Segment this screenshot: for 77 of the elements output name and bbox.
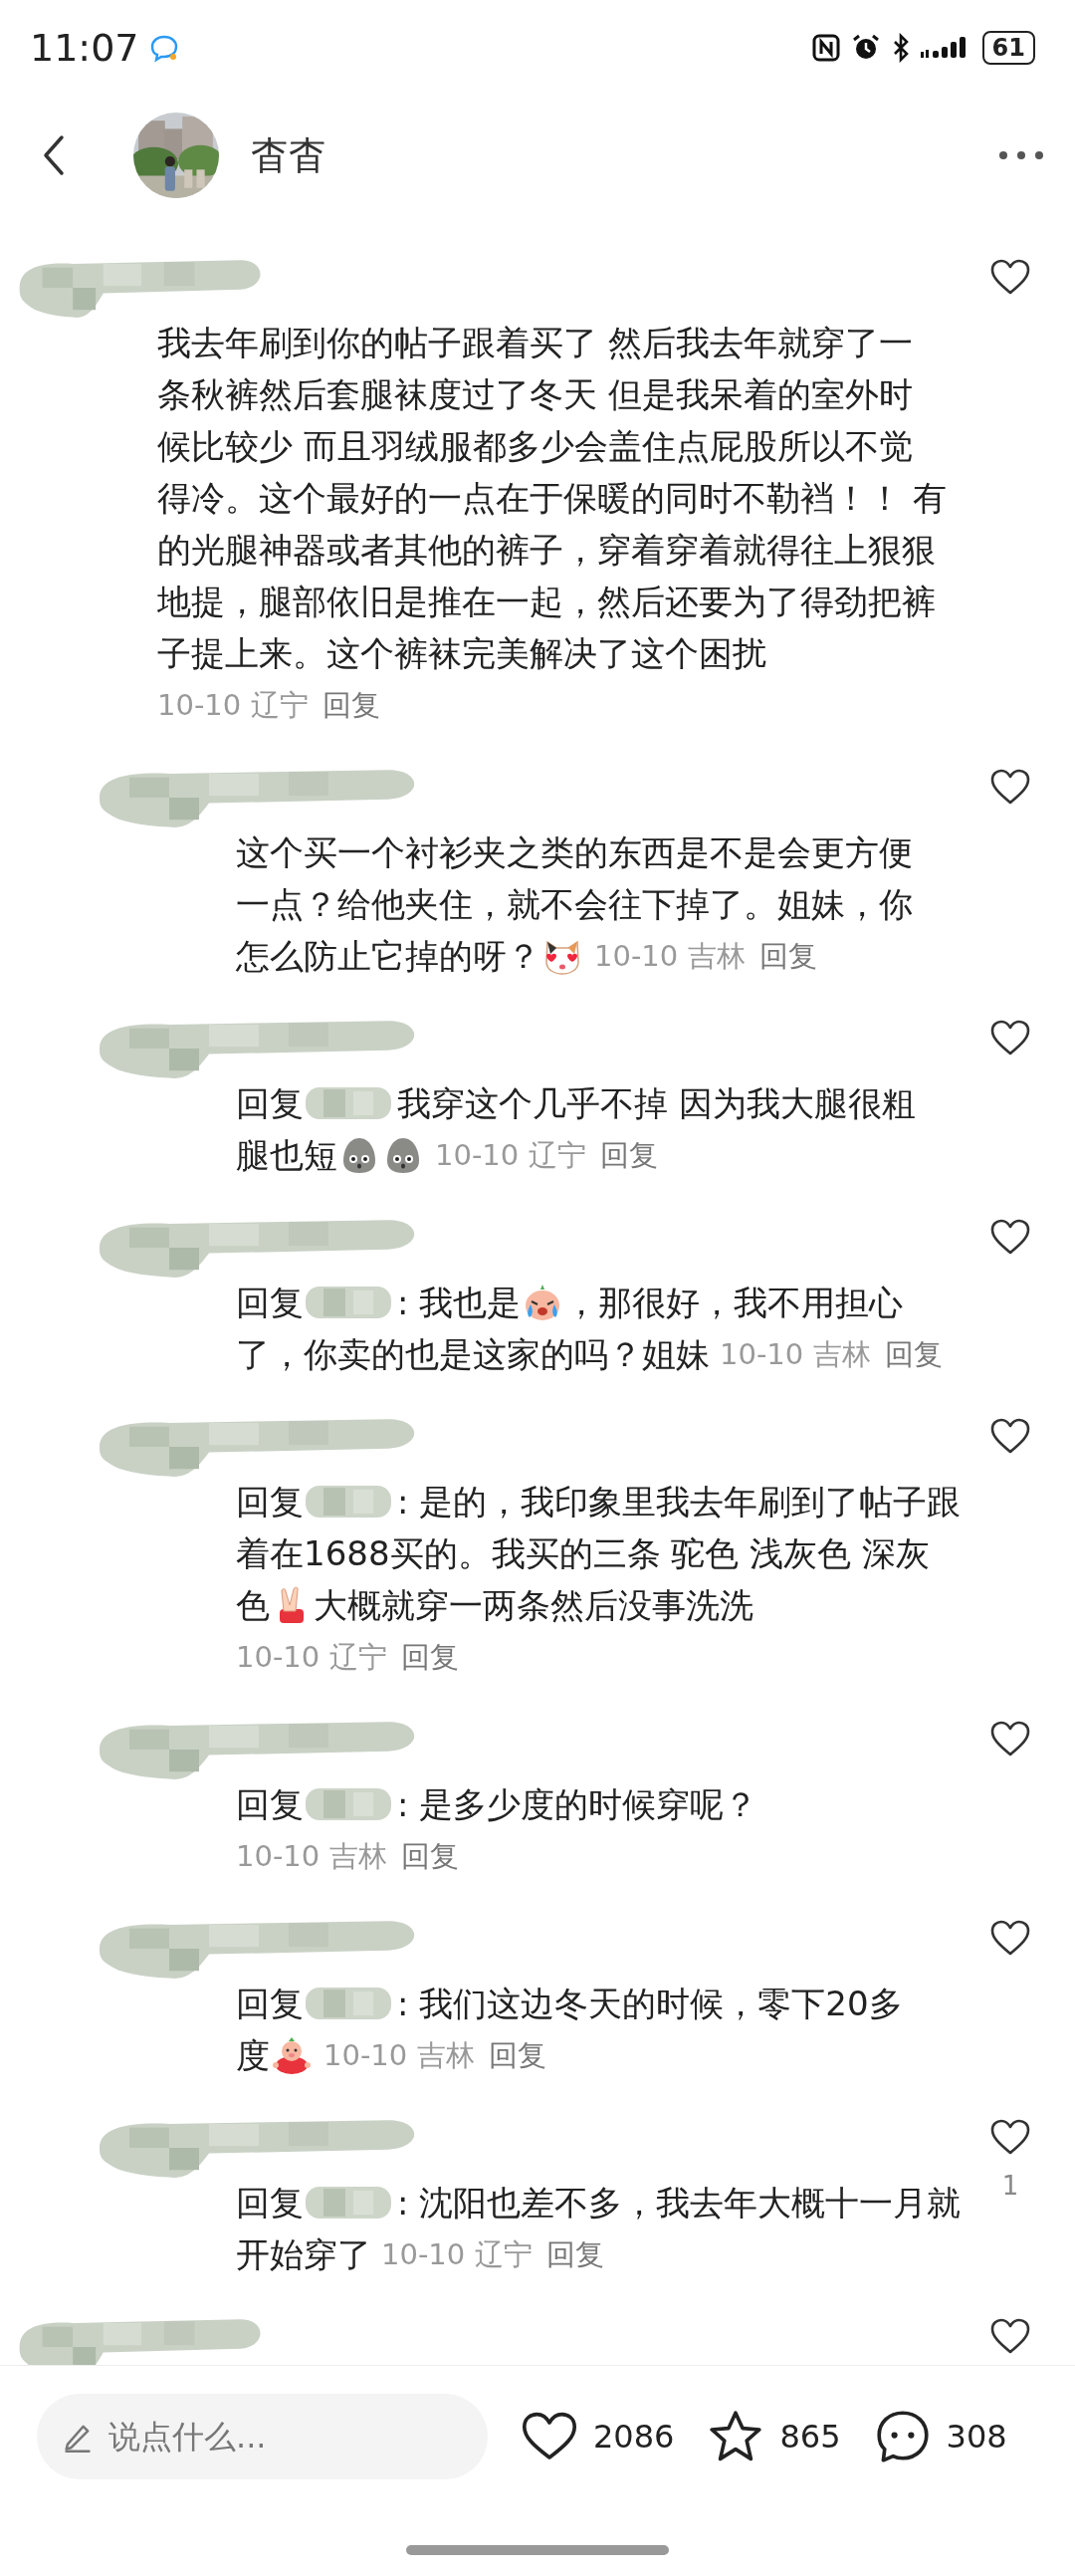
reply-label: 回复	[236, 2182, 304, 2225]
heart-icon[interactable]	[990, 769, 1030, 805]
comment-text: 开始穿了	[236, 2233, 371, 2276]
reply-label: 回复	[236, 1082, 304, 1125]
heart-icon[interactable]	[990, 2318, 1030, 2354]
comment-text: 的光腿神器或者其他的裤子，穿着穿着就得往上狠狠	[157, 529, 936, 572]
comment-date: 10-10	[157, 687, 242, 724]
comment-location: 辽宁	[329, 1639, 388, 1676]
comment-text: : 是多少度的时候穿呢？	[397, 1783, 758, 1826]
like-count: 1	[1001, 2171, 1019, 2201]
reply-label: 回复	[236, 1783, 304, 1826]
comment-location: 吉林	[688, 938, 747, 975]
reply-label: 回复	[236, 1481, 304, 1523]
reply-link[interactable]: 回复	[600, 1129, 659, 1181]
comment-text: : 是的，我印象里我去年刷到了帖子跟	[397, 1481, 962, 1523]
comment-text: 子提上来。这个裤袜完美解决了这个困扰	[157, 632, 766, 675]
comment-input-field[interactable]: 说点什么...	[37, 2394, 488, 2479]
comment-text: 条秋裤然后套腿袜度过了冬天 但是我呆着的室外时	[157, 373, 913, 416]
more-icon[interactable]	[997, 149, 1045, 161]
comment-text: 得冷。这个最好的一点在于保暖的同时不勒裆！！ 有	[157, 477, 947, 520]
comment-text: 我去年刷到你的帖子跟着买了 然后我去年就穿了一	[157, 322, 913, 364]
star-count: 865	[779, 2418, 841, 2456]
reply-link[interactable]: 回复	[401, 1830, 460, 1882]
comment-text: 腿也短	[236, 1134, 337, 1177]
comment-location: 吉林	[329, 1838, 388, 1875]
comment-text: 我穿这个几乎不掉 因为我大腿很粗	[397, 1082, 916, 1125]
reply-label: 回复	[236, 1983, 304, 2025]
comment-text: 色	[236, 1584, 270, 1627]
reply-link[interactable]: 回复	[489, 2029, 547, 2081]
comment-location: 吉林	[813, 1336, 872, 1373]
heart-icon[interactable]	[990, 1920, 1030, 1956]
reply-link[interactable]: 回复	[401, 1631, 460, 1683]
comment-location: 吉林	[417, 2037, 476, 2074]
heart-icon[interactable]	[990, 1721, 1030, 1756]
comment-date: 10-10	[381, 2236, 466, 2273]
comment-text: 度	[236, 2034, 270, 2077]
comment-text: 怎么防止它掉的呀？	[236, 935, 540, 978]
comment-date: 10-10	[236, 1838, 321, 1875]
comment-location: 辽宁	[475, 2236, 534, 2273]
nfc-icon	[810, 33, 841, 63]
comment-icon[interactable]	[874, 2409, 931, 2464]
comment-text: 了，你卖的也是这家的吗？姐妹	[236, 1333, 710, 1376]
reply-link[interactable]: 回复	[322, 679, 381, 731]
heart-icon[interactable]	[990, 1219, 1030, 1255]
reply-link[interactable]: 回复	[759, 930, 818, 982]
reply-link[interactable]: 回复	[546, 2228, 605, 2280]
status-time: 11:07	[30, 26, 139, 70]
comment-text: : 我们这边冬天的时候，零下20多	[397, 1983, 903, 2025]
heart-icon[interactable]	[990, 2119, 1030, 2155]
comment-text: : 我也是	[397, 1282, 522, 1324]
heart-icon[interactable]	[990, 1020, 1030, 1055]
comment-text: 一点？给他夹住，就不会往下掉了。姐妹，你	[236, 883, 913, 926]
comment-date: 10-10	[236, 1639, 321, 1676]
heart-icon[interactable]	[990, 1418, 1030, 1454]
like-count: 2086	[593, 2418, 675, 2456]
comment-date: 10-10	[323, 2037, 408, 2074]
pig-face-icon	[272, 2035, 312, 2075]
comment-count: 308	[946, 2418, 1007, 2456]
comment-date: 10-10	[435, 1137, 520, 1174]
comment-text: ，那很好，我不用担心	[564, 1282, 904, 1324]
chat-bubble-icon	[148, 33, 179, 63]
comment-date: 10-10	[720, 1336, 804, 1373]
comment-location: 辽宁	[251, 687, 310, 724]
comment-location: 辽宁	[529, 1137, 587, 1174]
comment-text: 候比较少 而且羽绒服都多少会盖住点屁股所以不觉	[157, 425, 913, 468]
comment-text: 着在1688买的。我买的三条 驼色 浅灰色 深灰	[236, 1532, 930, 1575]
comment-text: : 沈阳也差不多，我去年大概十一月就	[397, 2182, 962, 2225]
heart-icon[interactable]	[990, 259, 1030, 295]
author-name: 杳杳	[251, 131, 327, 179]
battery-indicator: 61	[981, 31, 1035, 65]
comment-date: 10-10	[594, 938, 679, 975]
reply-link[interactable]: 回复	[885, 1328, 944, 1380]
back-icon[interactable]	[42, 133, 66, 177]
reply-label: 回复	[236, 1282, 304, 1324]
comment-text: 大概就穿一两条然后没事洗洗	[314, 1584, 753, 1627]
comment-text: 地提，腿部依旧是推在一起，然后还要为了得劲把裤	[157, 581, 936, 623]
comment-text: 这个买一个衬衫夹之类的东西是不是会更方便	[236, 831, 913, 874]
